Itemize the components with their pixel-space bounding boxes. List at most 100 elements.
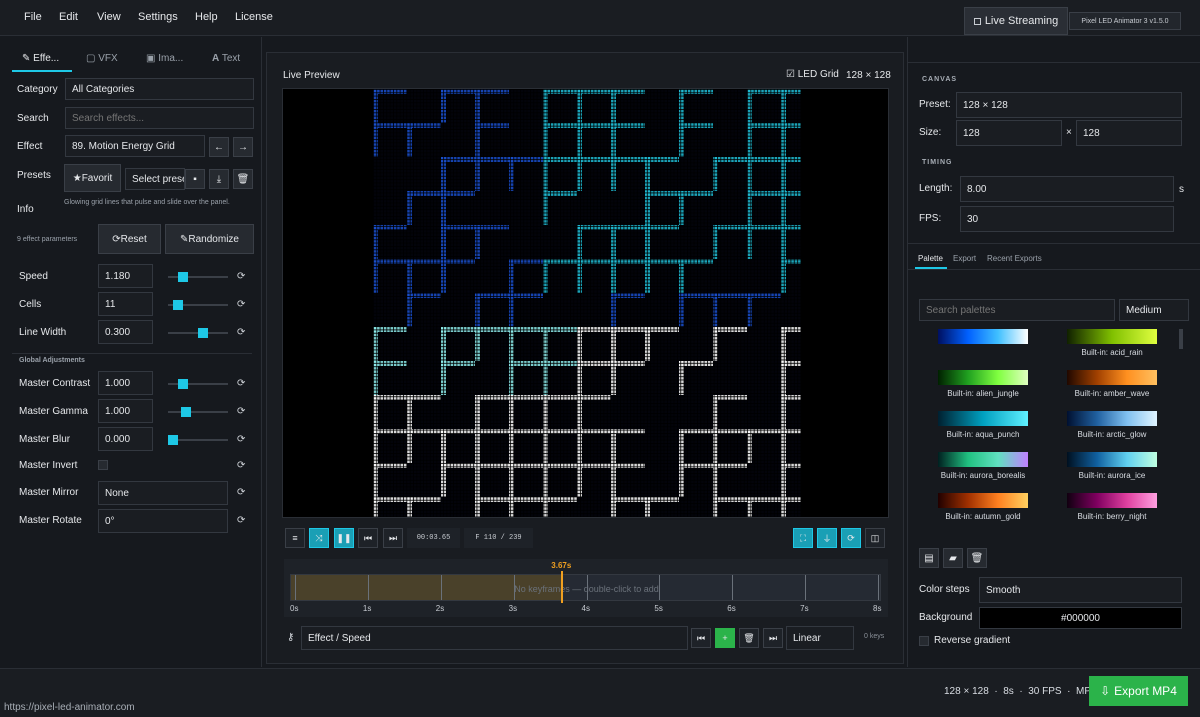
export-mp4-button[interactable]: ⇩ Export MP4 <box>1089 676 1188 706</box>
palette-scrollbar[interactable] <box>1179 329 1183 349</box>
preset-select[interactable]: Select prese <box>125 168 185 190</box>
slider-knob[interactable] <box>180 407 191 417</box>
param-slider[interactable] <box>168 272 228 282</box>
reset-invert-icon[interactable]: ⟳ <box>237 460 245 471</box>
menu-edit[interactable]: Edit <box>59 11 78 23</box>
tab-vfx[interactable]: ▢ VFX <box>86 53 118 64</box>
palette-swatch[interactable] <box>938 411 1028 426</box>
favorite-button[interactable]: ★ Favorit <box>64 164 121 192</box>
background-color-input[interactable]: #000000 <box>979 607 1182 629</box>
skip-end-button[interactable]: ⏭ <box>383 528 403 548</box>
live-streaming-button[interactable]: Live Streaming <box>964 7 1068 35</box>
layout-button[interactable]: ◫ <box>865 528 885 548</box>
param-slider[interactable] <box>168 379 228 389</box>
next-effect-button[interactable]: → <box>233 137 253 157</box>
palette-swatch[interactable] <box>1067 329 1157 344</box>
tab-effects[interactable]: ✎ Effe... <box>22 53 59 64</box>
palette-swatch[interactable] <box>1067 452 1157 467</box>
menu-settings[interactable]: Settings <box>138 11 178 23</box>
reset-mirror-icon[interactable]: ⟳ <box>237 487 245 498</box>
playhead[interactable] <box>561 571 564 603</box>
slider-knob[interactable] <box>168 435 178 445</box>
delete-key-button[interactable]: 🗑 <box>739 628 759 648</box>
effect-search-input[interactable] <box>65 107 254 129</box>
canvas-preset-select[interactable]: 128 × 128 <box>956 92 1182 118</box>
tab-palette[interactable]: Palette <box>918 254 943 263</box>
next-key-button[interactable]: ⏭ <box>763 628 783 648</box>
height-input[interactable]: 128 <box>1076 120 1182 146</box>
param-value-input[interactable]: 1.000 <box>98 371 153 395</box>
download-preset-button[interactable]: ⤓ <box>209 169 229 189</box>
track-select[interactable]: Effect / Speed <box>301 626 688 650</box>
tab-export[interactable]: Export <box>953 254 976 263</box>
category-select[interactable]: All Categories <box>65 78 254 100</box>
master-rotate-select[interactable]: 0° <box>98 509 228 533</box>
effect-select[interactable]: 89. Motion Energy Grid <box>65 135 205 157</box>
param-value-input[interactable]: 11 <box>98 292 153 316</box>
width-input[interactable]: 128 <box>956 120 1062 146</box>
param-value-input[interactable]: 0.000 <box>98 427 153 451</box>
timeline-track[interactable]: No keyframes — double-click to add <box>290 571 881 603</box>
add-key-button[interactable]: + <box>715 628 735 648</box>
palette-swatch[interactable] <box>938 370 1028 385</box>
fullscreen-button[interactable]: ⛶ <box>793 528 813 548</box>
palette-swatch[interactable] <box>1067 370 1157 385</box>
tab-text[interactable]: A Text <box>212 53 240 64</box>
menu-file[interactable]: File <box>24 11 42 23</box>
palette-swatch[interactable] <box>938 452 1028 467</box>
randomize-button[interactable]: ✎ Randomize <box>165 224 254 254</box>
palette-search-input[interactable] <box>919 299 1115 321</box>
timeline[interactable]: No keyframes — double-click to add 3.67s… <box>284 559 888 617</box>
pause-button[interactable]: ❚❚ <box>334 528 354 548</box>
plug-button[interactable]: ⏚ <box>817 528 837 548</box>
fps-input[interactable]: 30 <box>960 206 1174 232</box>
param-value-input[interactable]: 1.000 <box>98 399 153 423</box>
menu-button[interactable]: ≡ <box>285 528 305 548</box>
palette-swatch[interactable] <box>938 329 1028 344</box>
param-value-input[interactable]: 0.300 <box>98 320 153 344</box>
reset-button[interactable]: ⟳ Reset <box>98 224 161 254</box>
master-invert-checkbox[interactable] <box>98 460 108 470</box>
interpolation-select[interactable]: Linear <box>786 626 854 650</box>
menu-license[interactable]: License <box>235 11 273 23</box>
color-steps-select[interactable]: Smooth <box>979 577 1182 603</box>
skip-start-button[interactable]: ⏮ <box>358 528 378 548</box>
save-preset-button[interactable]: ▪ <box>185 169 205 189</box>
led-grid-toggle[interactable]: ☑ LED Grid <box>786 69 839 80</box>
palette-swatch[interactable] <box>938 493 1028 508</box>
reset-param-icon[interactable]: ⟳ <box>237 271 245 282</box>
palette-size-select[interactable]: Medium <box>1119 299 1189 321</box>
tab-images[interactable]: ▣ Ima... <box>146 53 183 64</box>
reset-param-icon[interactable]: ⟳ <box>237 378 245 389</box>
menu-view[interactable]: View <box>97 11 121 23</box>
tab-recent-exports[interactable]: Recent Exports <box>987 254 1042 263</box>
prev-key-button[interactable]: ⏮ <box>691 628 711 648</box>
param-slider[interactable] <box>168 328 228 338</box>
reset-param-icon[interactable]: ⟳ <box>237 434 245 445</box>
menu-help[interactable]: Help <box>195 11 218 23</box>
slider-knob[interactable] <box>178 379 188 389</box>
open-palette-button[interactable]: ▰ <box>943 548 963 568</box>
reset-param-icon[interactable]: ⟳ <box>237 406 245 417</box>
master-mirror-select[interactable]: None <box>98 481 228 505</box>
param-slider[interactable] <box>168 300 228 310</box>
palette-swatch[interactable] <box>1067 493 1157 508</box>
slider-knob[interactable] <box>178 272 188 282</box>
delete-preset-button[interactable]: 🗑 <box>233 169 253 189</box>
slider-knob[interactable] <box>173 300 183 310</box>
reset-rotate-icon[interactable]: ⟳ <box>237 515 245 526</box>
prev-effect-button[interactable]: ← <box>209 137 229 157</box>
reset-param-icon[interactable]: ⟳ <box>237 327 245 338</box>
param-slider[interactable] <box>168 407 228 417</box>
delete-palette-button[interactable]: 🗑 <box>967 548 987 568</box>
preview-canvas[interactable] <box>282 88 889 518</box>
param-slider[interactable] <box>168 435 228 445</box>
length-input[interactable]: 8.00 <box>960 176 1174 202</box>
shuffle-button[interactable]: ⤨ <box>309 528 329 548</box>
reset-param-icon[interactable]: ⟳ <box>237 299 245 310</box>
slider-knob[interactable] <box>198 328 208 338</box>
reverse-gradient-checkbox[interactable] <box>919 636 929 646</box>
param-value-input[interactable]: 1.180 <box>98 264 153 288</box>
palette-swatch[interactable] <box>1067 411 1157 426</box>
import-palette-button[interactable]: ▤ <box>919 548 939 568</box>
